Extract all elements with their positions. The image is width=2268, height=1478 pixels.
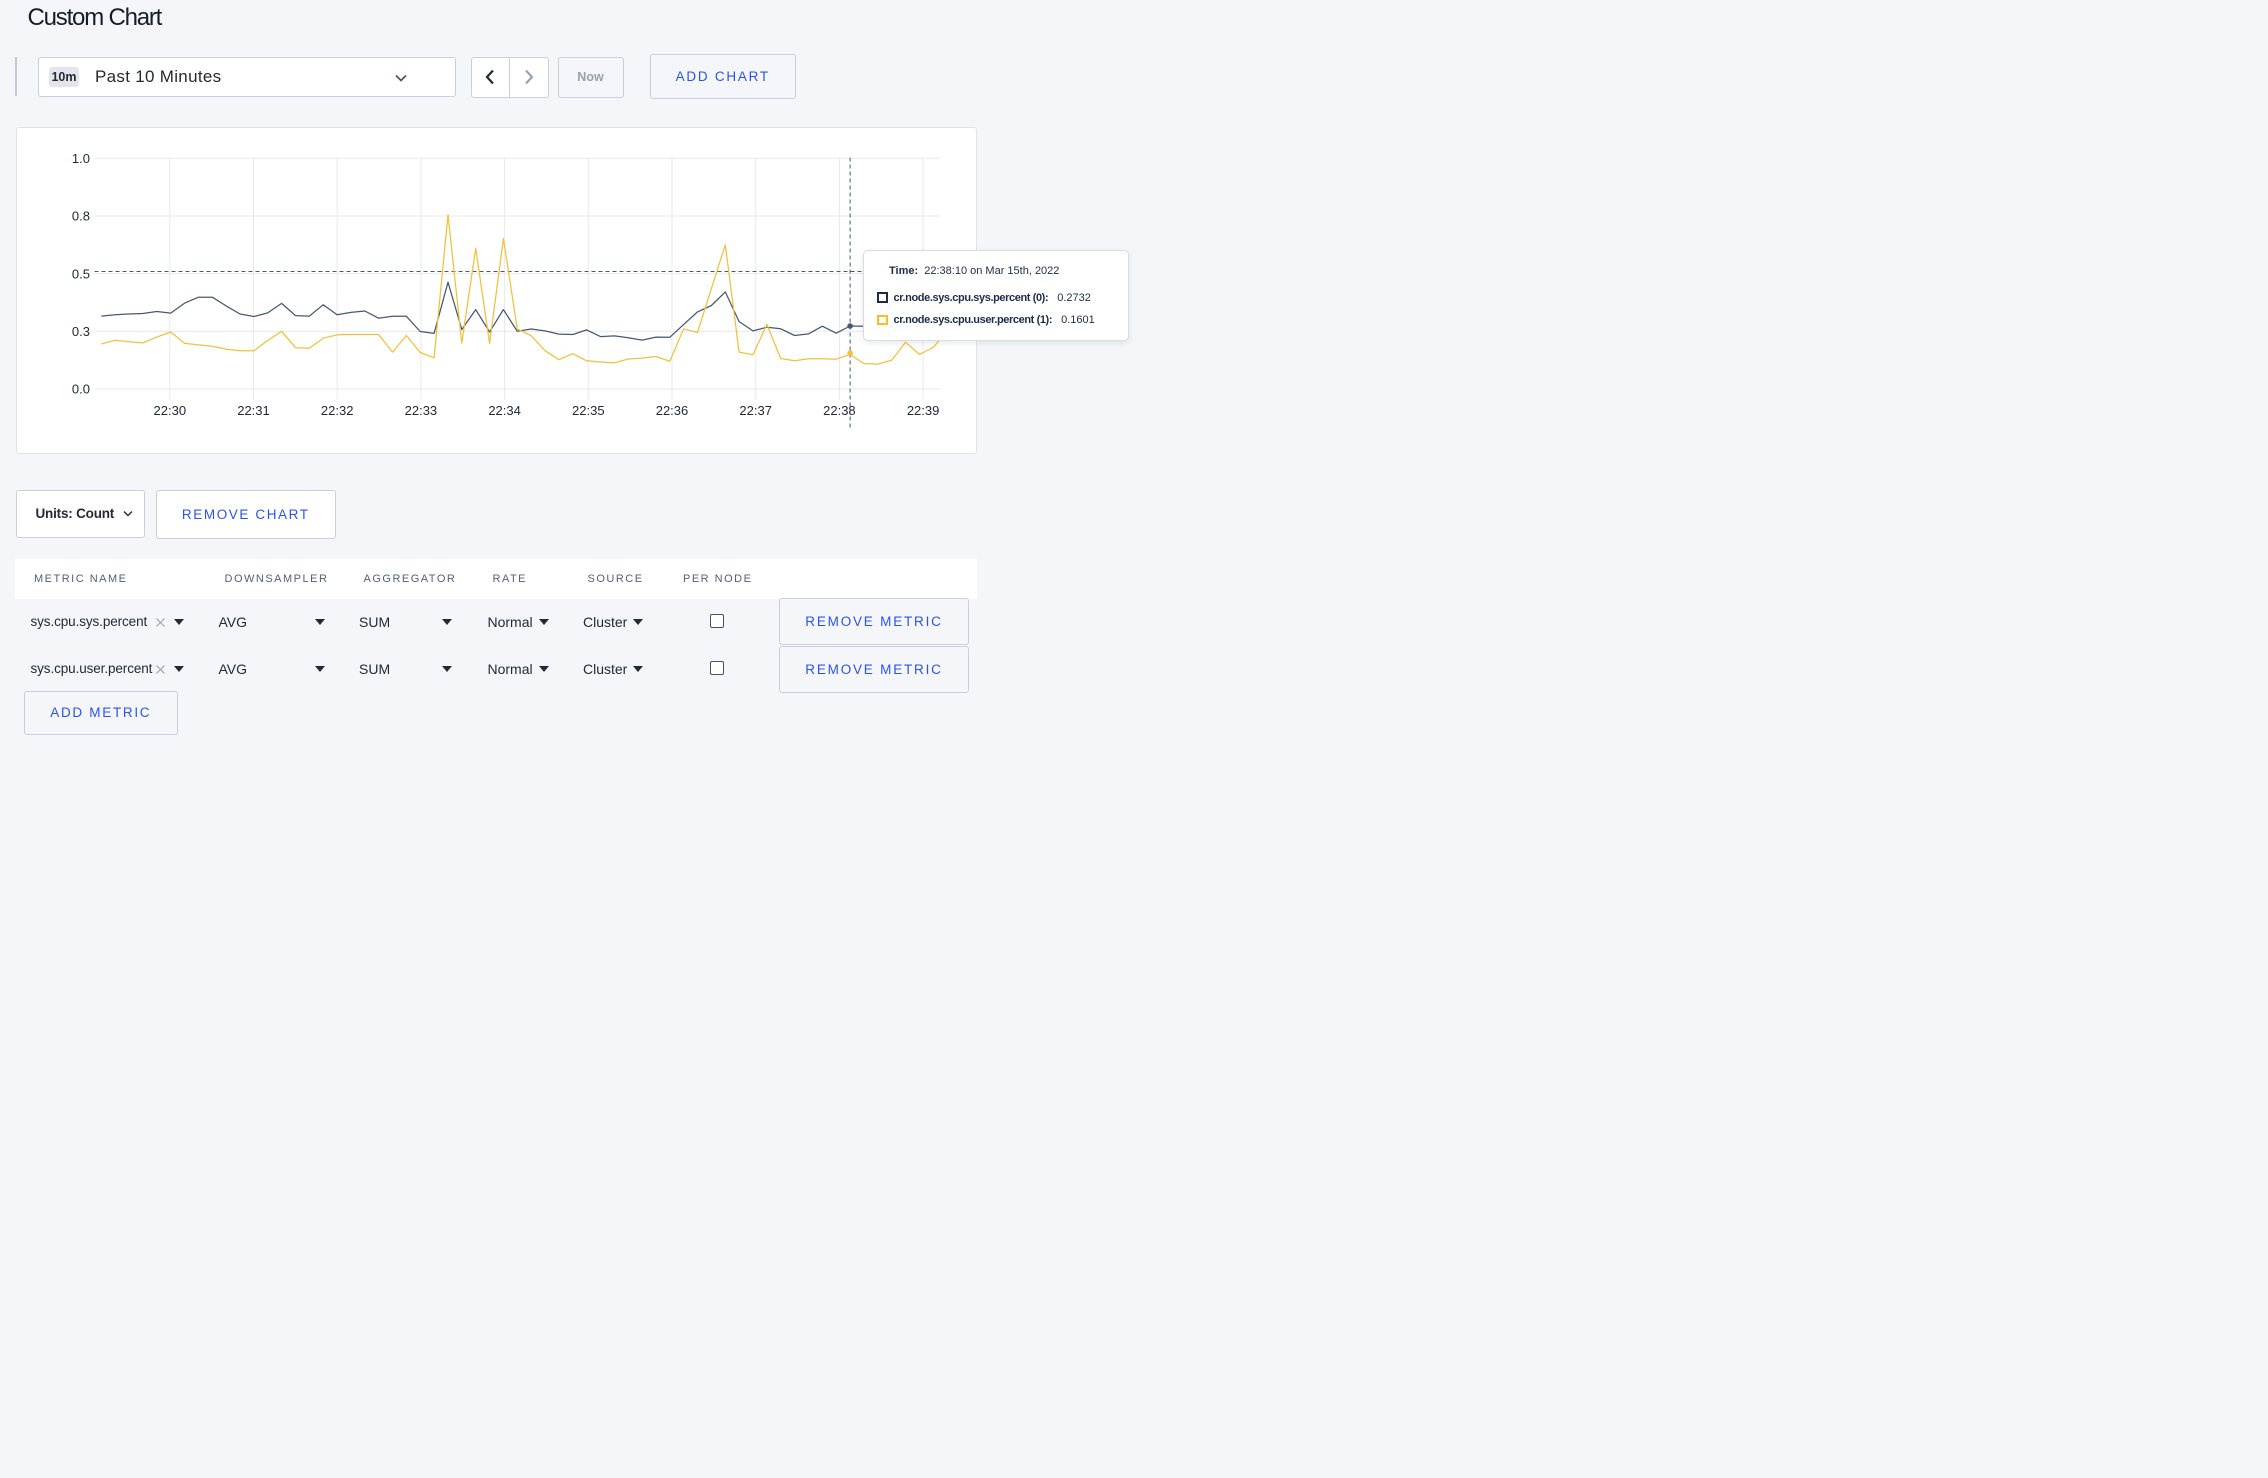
svg-text:22:31: 22:31	[237, 403, 270, 418]
svg-text:22:34: 22:34	[488, 403, 521, 418]
svg-text:0.8: 0.8	[72, 208, 90, 223]
svg-text:1.0: 1.0	[72, 150, 90, 165]
svg-text:22:32: 22:32	[321, 403, 354, 418]
svg-text:22:35: 22:35	[572, 403, 605, 418]
svg-text:0.0: 0.0	[72, 381, 90, 396]
svg-text:22:39: 22:39	[907, 403, 940, 418]
svg-text:22:36: 22:36	[656, 403, 689, 418]
svg-text:22:37: 22:37	[739, 403, 772, 418]
svg-text:0.5: 0.5	[72, 266, 90, 281]
svg-text:22:33: 22:33	[405, 403, 438, 418]
svg-text:0.3: 0.3	[72, 324, 90, 339]
svg-text:22:38: 22:38	[823, 403, 856, 418]
svg-text:22:30: 22:30	[154, 403, 187, 418]
